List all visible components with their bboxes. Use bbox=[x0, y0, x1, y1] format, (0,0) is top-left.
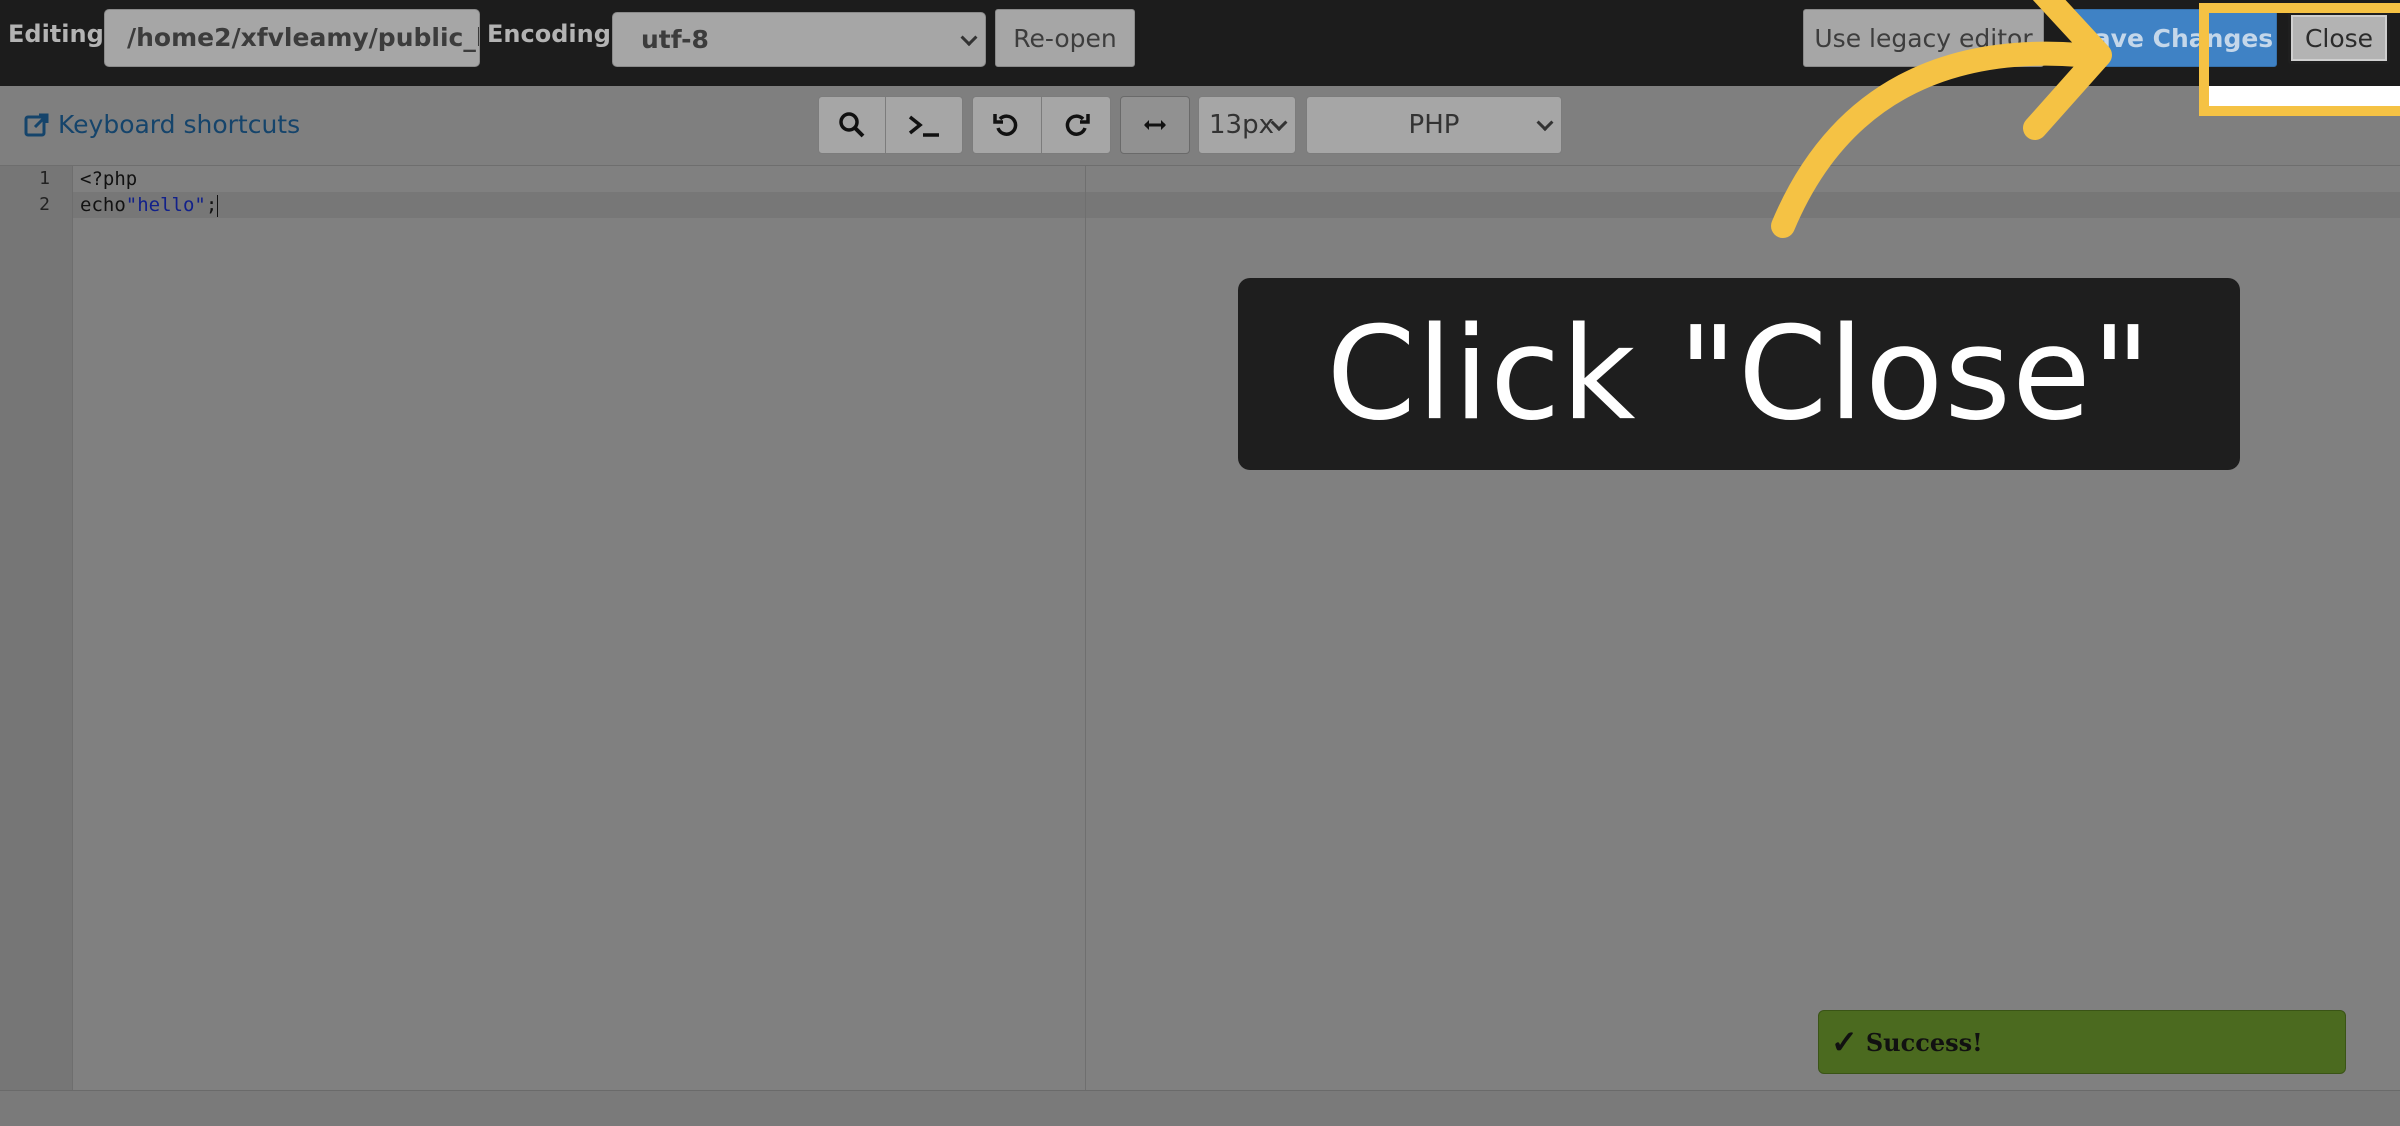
close-highlight-box bbox=[2199, 3, 2400, 116]
horizontal-arrows-icon bbox=[1144, 120, 1166, 130]
success-toast: ✓ Success! bbox=[1818, 1010, 2346, 1074]
checkmark-icon: ✓ bbox=[1831, 1023, 1858, 1061]
string-token: "hello" bbox=[125, 194, 206, 216]
chevron-down-icon bbox=[960, 28, 978, 46]
encoding-select[interactable]: utf-8 bbox=[612, 12, 986, 67]
encoding-value: utf-8 bbox=[641, 25, 709, 54]
terminal-icon bbox=[908, 115, 939, 137]
editing-label: Editing: bbox=[8, 20, 114, 48]
font-size-value: 13px bbox=[1209, 110, 1274, 140]
language-value: PHP bbox=[1408, 110, 1460, 140]
file-path-text: /home2/xfvleamy/public_html/index.php bbox=[127, 23, 479, 52]
redo-icon bbox=[1065, 114, 1090, 136]
active-line-highlight bbox=[0, 192, 2400, 218]
code-line: <?php bbox=[80, 168, 137, 190]
punctuation-token: ; bbox=[205, 194, 218, 216]
search-button[interactable] bbox=[818, 96, 886, 154]
goto-line-button[interactable] bbox=[885, 96, 963, 154]
keyword-token: echo bbox=[80, 194, 126, 216]
line-number-gutter: 1 2 bbox=[0, 166, 73, 1090]
editor-topbar: Editing: /home2/xfvleamy/public_html/ind… bbox=[0, 0, 2400, 86]
use-legacy-editor-button[interactable]: Use legacy editor bbox=[1803, 9, 2044, 67]
editor-statusbar bbox=[0, 1090, 2400, 1126]
text-cursor bbox=[217, 194, 219, 217]
undo-icon bbox=[993, 114, 1018, 136]
font-size-select[interactable]: 13px bbox=[1198, 96, 1296, 154]
language-select[interactable]: PHP bbox=[1306, 96, 1562, 154]
external-link-icon bbox=[24, 113, 49, 136]
wrap-toggle-button[interactable] bbox=[1120, 96, 1190, 154]
editor-toolbar: Keyboard shortcuts 13px PHP bbox=[0, 86, 2400, 166]
redo-button[interactable] bbox=[1041, 96, 1111, 154]
reopen-button[interactable]: Re-open bbox=[995, 9, 1135, 67]
line-number: 1 bbox=[39, 168, 50, 189]
search-icon bbox=[839, 112, 865, 138]
file-path-field[interactable]: /home2/xfvleamy/public_html/index.php bbox=[104, 9, 480, 67]
code-line: echo"hello"; bbox=[80, 194, 219, 217]
print-margin bbox=[1085, 166, 1086, 1090]
php-open-tag: <?php bbox=[80, 168, 138, 190]
keyboard-shortcuts-link[interactable]: Keyboard shortcuts bbox=[24, 110, 300, 139]
tutorial-callout: Click "Close" bbox=[1238, 278, 2240, 470]
line-number: 2 bbox=[39, 194, 50, 215]
undo-button[interactable] bbox=[972, 96, 1042, 154]
keyboard-shortcuts-label: Keyboard shortcuts bbox=[58, 110, 301, 139]
success-message: Success! bbox=[1865, 1027, 1983, 1057]
chevron-down-icon bbox=[1536, 114, 1554, 132]
encoding-label: Encoding: bbox=[487, 20, 621, 48]
